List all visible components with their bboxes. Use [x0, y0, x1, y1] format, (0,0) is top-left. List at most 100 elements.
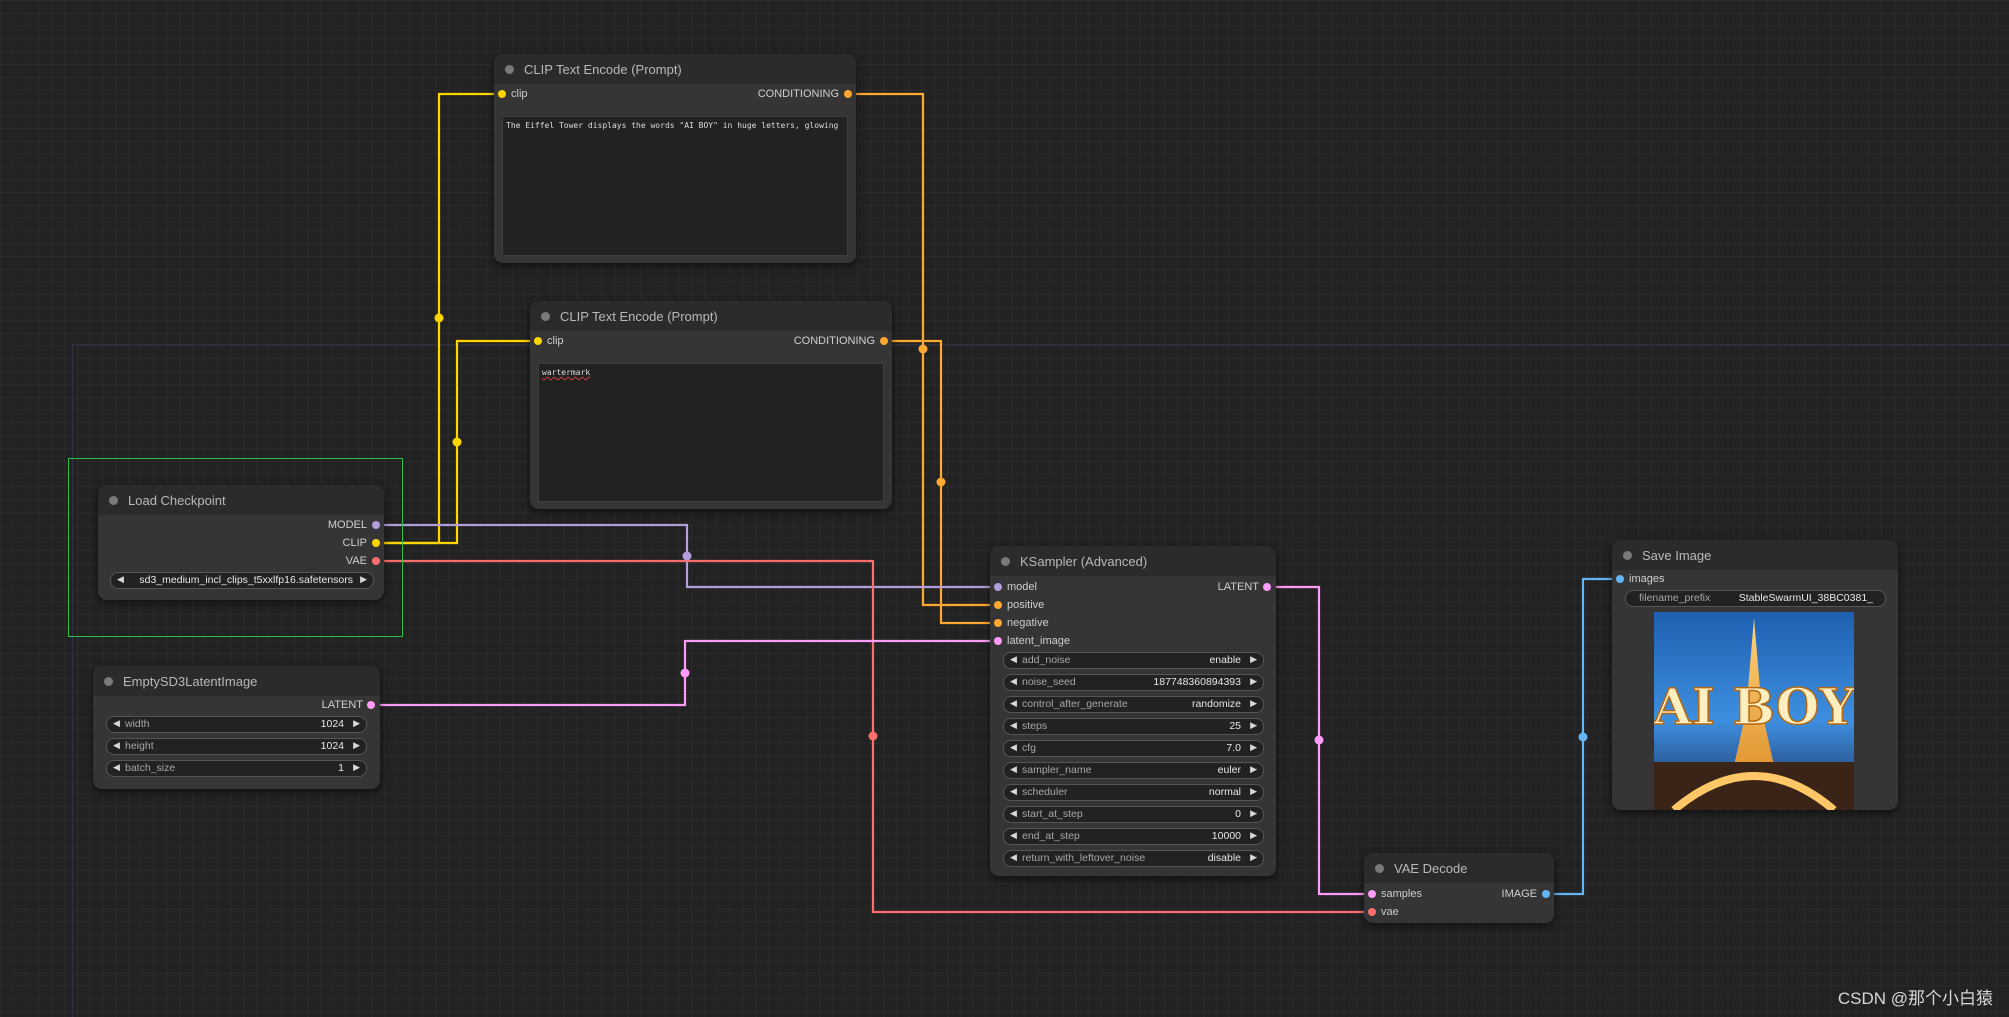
arrow-right-icon[interactable]: ▶	[1250, 852, 1257, 863]
arrow-left-icon[interactable]: ◀	[113, 762, 120, 773]
node-header[interactable]: KSampler (Advanced)	[990, 546, 1276, 576]
arrow-right-icon[interactable]: ▶	[1250, 786, 1257, 797]
filename-prefix-widget[interactable]: filename_prefix StableSwarmUI_38BC0381_	[1625, 590, 1886, 607]
collapse-dot-icon[interactable]	[1375, 863, 1384, 873]
negative-prompt-textarea[interactable]: wartermark	[538, 363, 884, 502]
cfg-widget[interactable]: ◀ cfg 7.0 ▶	[1003, 740, 1264, 757]
node-save-image[interactable]: Save Image images filename_prefix Stable…	[1612, 540, 1898, 810]
control-after-generate-widget[interactable]: ◀ control_after_generate randomize ▶	[1003, 696, 1264, 713]
socket-output-clip[interactable]	[372, 539, 380, 547]
node-ksampler-advanced[interactable]: KSampler (Advanced) model LATENT positiv…	[990, 546, 1276, 876]
widget-name: sampler_name	[1022, 764, 1092, 776]
node-header[interactable]: Save Image	[1612, 540, 1898, 570]
socket-output-conditioning[interactable]	[844, 90, 852, 98]
noise-seed-widget[interactable]: ◀ noise_seed 187748360894393 ▶	[1003, 674, 1264, 691]
node-header[interactable]: EmptySD3LatentImage	[93, 666, 380, 696]
collapse-dot-icon[interactable]	[109, 495, 118, 505]
arrow-left-icon[interactable]: ◀	[113, 718, 120, 729]
arrow-left-icon[interactable]: ◀	[117, 574, 124, 585]
start-at-step-widget[interactable]: ◀ start_at_step 0 ▶	[1003, 806, 1264, 823]
socket-input-vae[interactable]	[1368, 908, 1376, 916]
arrow-left-icon[interactable]: ◀	[1010, 808, 1017, 819]
socket-input-model[interactable]	[994, 583, 1002, 591]
arrow-right-icon[interactable]: ▶	[1250, 676, 1257, 687]
ckpt-name-combo[interactable]: ◀ sd3_medium_incl_clips_t5xxlfp16.safete…	[110, 572, 374, 589]
batch-size-widget[interactable]: ◀ batch_size 1 ▶	[106, 760, 367, 777]
collapse-dot-icon[interactable]	[104, 676, 113, 686]
node-header[interactable]: CLIP Text Encode (Prompt)	[494, 54, 856, 84]
widget-name: height	[125, 740, 154, 752]
add-noise-widget[interactable]: ◀ add_noise enable ▶	[1003, 652, 1264, 669]
arrow-left-icon[interactable]: ◀	[113, 740, 120, 751]
collapse-dot-icon[interactable]	[505, 64, 514, 74]
arrow-right-icon[interactable]: ▶	[1250, 742, 1257, 753]
node-clip-text-encode-1[interactable]: CLIP Text Encode (Prompt) clip CONDITION…	[494, 54, 856, 263]
arrow-left-icon[interactable]: ◀	[1010, 852, 1017, 863]
widget-value: randomize	[1191, 698, 1241, 710]
arrow-right-icon[interactable]: ▶	[353, 740, 360, 751]
widget-name: filename_prefix	[1639, 592, 1711, 604]
socket-label-vae: VAE	[345, 555, 367, 567]
arrow-left-icon[interactable]: ◀	[1010, 830, 1017, 841]
scheduler-widget[interactable]: ◀ scheduler normal ▶	[1003, 784, 1264, 801]
arrow-left-icon[interactable]: ◀	[1010, 654, 1017, 665]
socket-input-clip[interactable]	[498, 90, 506, 98]
socket-output-latent[interactable]	[367, 701, 375, 709]
widget-value: enable	[1209, 654, 1241, 666]
socket-input-negative[interactable]	[994, 619, 1002, 627]
node-empty-sd3-latent-image[interactable]: EmptySD3LatentImage LATENT ◀ width 1024 …	[93, 666, 380, 789]
prompt-textarea[interactable]: The Eiffel Tower displays the words "AI …	[502, 116, 848, 256]
socket-output-conditioning[interactable]	[880, 337, 888, 345]
socket-label-image: IMAGE	[1501, 888, 1537, 900]
socket-input-samples[interactable]	[1368, 890, 1376, 898]
link-midpoint	[680, 668, 690, 678]
arrow-left-icon[interactable]: ◀	[1010, 786, 1017, 797]
arrow-left-icon[interactable]: ◀	[1010, 698, 1017, 709]
socket-output-model[interactable]	[372, 521, 380, 529]
socket-input-positive[interactable]	[994, 601, 1002, 609]
image-preview[interactable]: AI BOY	[1654, 612, 1854, 810]
arrow-right-icon[interactable]: ▶	[1250, 764, 1257, 775]
collapse-dot-icon[interactable]	[1001, 556, 1010, 566]
link-midpoint	[452, 437, 462, 447]
arrow-right-icon[interactable]: ▶	[353, 718, 360, 729]
csdn-watermark: CSDN @那个小白猿	[1837, 989, 1993, 1008]
widget-name: scheduler	[1022, 786, 1068, 798]
arrow-right-icon[interactable]: ▶	[1250, 698, 1257, 709]
node-title: CLIP Text Encode (Prompt)	[560, 308, 718, 324]
arrow-left-icon[interactable]: ◀	[1010, 720, 1017, 731]
arrow-left-icon[interactable]: ◀	[1010, 676, 1017, 687]
collapse-dot-icon[interactable]	[1623, 550, 1632, 560]
socket-output-vae[interactable]	[372, 557, 380, 565]
node-title: KSampler (Advanced)	[1020, 553, 1148, 569]
arrow-left-icon[interactable]: ◀	[1010, 742, 1017, 753]
width-widget[interactable]: ◀ width 1024 ▶	[106, 716, 367, 733]
end-at-step-widget[interactable]: ◀ end_at_step 10000 ▶	[1003, 828, 1264, 845]
steps-widget[interactable]: ◀ steps 25 ▶	[1003, 718, 1264, 735]
node-vae-decode[interactable]: VAE Decode samples IMAGE vae	[1364, 853, 1554, 923]
socket-output-image[interactable]	[1542, 890, 1550, 898]
socket-input-latent-image[interactable]	[994, 637, 1002, 645]
arrow-right-icon[interactable]: ▶	[360, 574, 367, 585]
preview-sign-text: AI BOY	[1654, 677, 1854, 736]
height-widget[interactable]: ◀ height 1024 ▶	[106, 738, 367, 755]
node-clip-text-encode-2[interactable]: CLIP Text Encode (Prompt) clip CONDITION…	[530, 301, 892, 509]
arrow-right-icon[interactable]: ▶	[1250, 830, 1257, 841]
node-header[interactable]: Load Checkpoint	[98, 485, 384, 515]
widget-value: StableSwarmUI_38BC0381_	[1738, 592, 1873, 604]
arrow-right-icon[interactable]: ▶	[1250, 808, 1257, 819]
return-with-leftover-noise-widget[interactable]: ◀ return_with_leftover_noise disable ▶	[1003, 850, 1264, 867]
arrow-right-icon[interactable]: ▶	[1250, 720, 1257, 731]
arrow-left-icon[interactable]: ◀	[1010, 764, 1017, 775]
sampler-name-widget[interactable]: ◀ sampler_name euler ▶	[1003, 762, 1264, 779]
node-load-checkpoint[interactable]: Load Checkpoint MODEL CLIP VAE ◀ sd3_med…	[98, 485, 384, 600]
arrow-right-icon[interactable]: ▶	[353, 762, 360, 773]
arrow-right-icon[interactable]: ▶	[1250, 654, 1257, 665]
socket-input-images[interactable]	[1616, 575, 1624, 583]
collapse-dot-icon[interactable]	[541, 311, 550, 321]
widget-value: 187748360894393	[1153, 676, 1241, 688]
socket-input-clip[interactable]	[534, 337, 542, 345]
node-header[interactable]: VAE Decode	[1364, 853, 1554, 883]
socket-output-latent[interactable]	[1263, 583, 1271, 591]
node-header[interactable]: CLIP Text Encode (Prompt)	[530, 301, 892, 331]
